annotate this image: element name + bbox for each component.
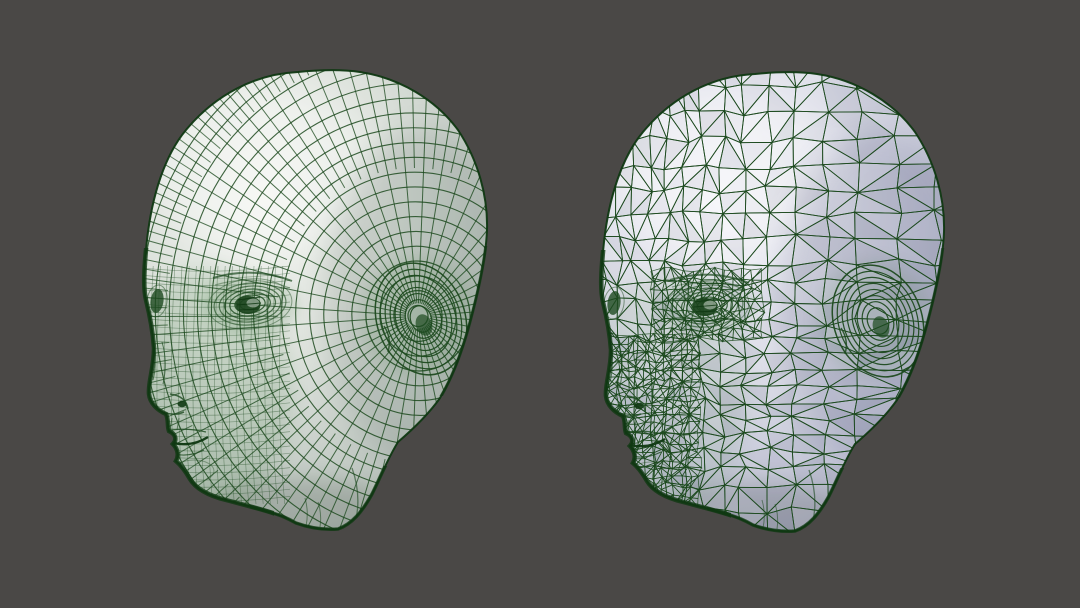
viewport-3d[interactable] bbox=[0, 0, 1080, 608]
viewport bbox=[0, 0, 1080, 608]
